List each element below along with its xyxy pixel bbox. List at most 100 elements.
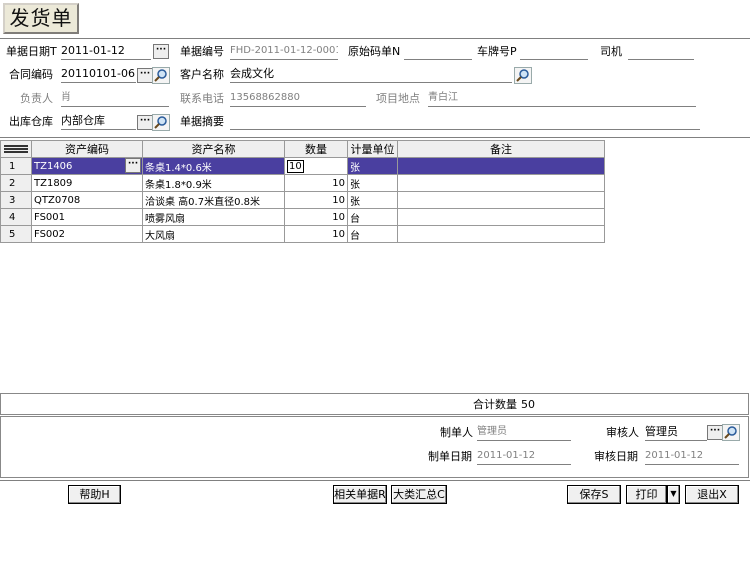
review-date-label: 审核日期 <box>594 450 638 463</box>
summary-label: 单据摘要 <box>180 115 224 128</box>
phone-label: 联系电话 <box>180 92 224 105</box>
make-date-label: 制单日期 <box>428 450 472 463</box>
help-button[interactable]: 帮助H <box>68 485 121 504</box>
header-divider <box>0 38 750 39</box>
driver-field[interactable] <box>628 44 694 60</box>
doc-date-field[interactable]: 2011-01-12 <box>61 44 151 60</box>
cell-unit[interactable]: 台 <box>347 225 398 243</box>
cell-unit[interactable]: 台 <box>347 208 398 226</box>
row-number: 5 <box>0 225 32 243</box>
summary-field[interactable] <box>230 114 700 130</box>
column-header-unit[interactable]: 计量单位 <box>347 140 398 158</box>
code-picker-button[interactable]: ··· <box>125 158 141 173</box>
cell-name[interactable]: 条桌1.4*0.6米 <box>142 157 285 175</box>
column-header-note[interactable]: 备注 <box>397 140 605 158</box>
maker-label: 制单人 <box>440 426 473 439</box>
grid-top-divider <box>0 137 750 138</box>
column-header-qty[interactable]: 数量 <box>284 140 348 158</box>
cell-name[interactable]: 条桌1.8*0.9米 <box>142 174 285 192</box>
cell-name[interactable]: 大风扇 <box>142 225 285 243</box>
customer-search-icon[interactable] <box>514 67 532 84</box>
reviewer-label: 审核人 <box>606 426 639 439</box>
table-row[interactable]: 3 QTZ0708 洽谈桌 高0.7米直径0.8米 10 张 <box>0 191 605 209</box>
contract-search-icon[interactable] <box>152 67 170 84</box>
orig-code-label: 原始码单N <box>348 45 401 58</box>
button-bar-divider <box>0 480 750 481</box>
warehouse-label: 出库仓库 <box>9 115 53 128</box>
contract-picker-button[interactable]: ··· <box>137 68 153 83</box>
maker-field: 管理员 <box>477 425 571 441</box>
reviewer-picker-button[interactable]: ··· <box>707 425 723 440</box>
cell-code-text: TZ1406 <box>34 160 73 172</box>
contract-field[interactable]: 20110101-06 <box>61 67 136 83</box>
phone-field: 13568862880 <box>230 91 366 107</box>
save-button[interactable]: 保存S <box>567 485 621 504</box>
cell-code[interactable]: FS001 <box>31 208 143 226</box>
row-number: 2 <box>0 174 32 192</box>
review-date-field: 2011-01-12 <box>645 449 739 465</box>
plate-field[interactable] <box>520 44 588 60</box>
table-row[interactable]: 1 TZ1406 ··· 条桌1.4*0.6米 10 张 <box>0 157 605 175</box>
cell-qty-editing[interactable]: 10 <box>284 157 348 175</box>
plate-label: 车牌号P <box>477 45 517 58</box>
doc-date-label: 单据日期T <box>6 45 57 58</box>
qty-edit-text[interactable]: 10 <box>287 159 304 173</box>
table-row[interactable]: 5 FS002 大风扇 10 台 <box>0 225 605 243</box>
doc-no-label: 单据编号 <box>180 45 224 58</box>
cell-qty[interactable]: 10 <box>284 174 348 192</box>
site-label: 项目地点 <box>376 92 420 105</box>
print-dropdown-chevron-icon[interactable]: ▼ <box>667 485 680 504</box>
items-table: 资产编码 资产名称 数量 计量单位 备注 1 TZ1406 ··· 条桌1.4*… <box>0 140 605 243</box>
reviewer-search-icon[interactable] <box>722 424 740 441</box>
total-label: 合计数量 <box>473 398 517 411</box>
row-number: 1 <box>0 157 32 175</box>
cell-qty[interactable]: 10 <box>284 191 348 209</box>
print-button[interactable]: 打印 <box>626 485 667 504</box>
manager-field: 肖 <box>61 91 169 107</box>
warehouse-field[interactable]: 内部仓库 <box>61 114 136 130</box>
category-summary-button[interactable]: 大类汇总C <box>391 485 447 504</box>
cell-note[interactable] <box>397 157 605 175</box>
customer-label: 客户名称 <box>180 68 224 81</box>
cell-unit[interactable]: 张 <box>347 174 398 192</box>
customer-field[interactable]: 会成文化 <box>230 67 512 83</box>
cell-qty[interactable]: 10 <box>284 208 348 226</box>
cell-unit[interactable]: 张 <box>347 191 398 209</box>
warehouse-picker-button[interactable]: ··· <box>137 115 153 130</box>
contract-label: 合同编码 <box>9 68 53 81</box>
cell-note[interactable] <box>397 191 605 209</box>
reviewer-field[interactable]: 管理员 <box>645 425 707 441</box>
cell-note[interactable] <box>397 208 605 226</box>
cell-unit[interactable]: 张 <box>347 157 398 175</box>
cell-note[interactable] <box>397 225 605 243</box>
cell-code[interactable]: TZ1406 ··· <box>31 157 143 175</box>
cell-name[interactable]: 喷雾风扇 <box>142 208 285 226</box>
row-number: 3 <box>0 191 32 209</box>
driver-label: 司机 <box>600 45 622 58</box>
column-header-code[interactable]: 资产编码 <box>31 140 143 158</box>
row-selector-header[interactable] <box>0 140 32 158</box>
row-number: 4 <box>0 208 32 226</box>
doc-no-field: FHD-2011-01-12-0001 <box>230 44 338 60</box>
doc-date-picker-button[interactable]: ··· <box>153 44 169 59</box>
cell-name[interactable]: 洽谈桌 高0.7米直径0.8米 <box>142 191 285 209</box>
table-row[interactable]: 2 TZ1809 条桌1.8*0.9米 10 张 <box>0 174 605 192</box>
total-bar: 合计数量 50 <box>0 393 749 415</box>
column-header-name[interactable]: 资产名称 <box>142 140 285 158</box>
related-docs-button[interactable]: 相关单据R <box>333 485 387 504</box>
exit-button[interactable]: 退出X <box>685 485 739 504</box>
cell-qty[interactable]: 10 <box>284 225 348 243</box>
footer-info-panel: 制单人 管理员 审核人 管理员 ··· 制单日期 2011-01-12 审核日期… <box>0 416 749 478</box>
cell-note[interactable] <box>397 174 605 192</box>
make-date-field: 2011-01-12 <box>477 449 571 465</box>
manager-label: 负责人 <box>20 92 53 105</box>
total-value: 50 <box>521 398 535 411</box>
cell-code[interactable]: TZ1809 <box>31 174 143 192</box>
orig-code-field[interactable] <box>404 44 472 60</box>
site-field: 青白江 <box>428 91 696 107</box>
warehouse-search-icon[interactable] <box>152 114 170 131</box>
cell-code[interactable]: FS002 <box>31 225 143 243</box>
window-title: 发货单 <box>3 3 79 34</box>
table-row[interactable]: 4 FS001 喷雾风扇 10 台 <box>0 208 605 226</box>
cell-code[interactable]: QTZ0708 <box>31 191 143 209</box>
